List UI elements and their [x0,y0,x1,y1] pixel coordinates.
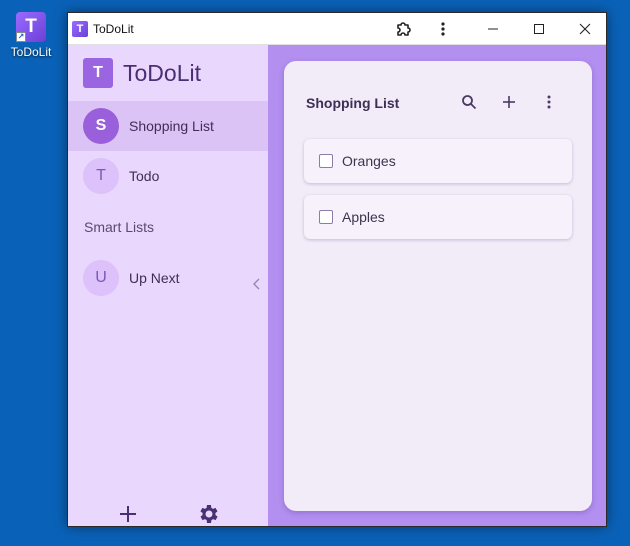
app-icon-letter: T [25,16,37,37]
sidebar-item-label: Todo [129,168,160,184]
list-card: Shopping List Oranges Apples [284,61,592,511]
chevron-left-icon[interactable] [252,277,262,291]
list-item[interactable]: Oranges [304,139,572,183]
list-item[interactable]: Apples [304,195,572,239]
item-label: Apples [342,209,385,225]
item-label: Oranges [342,153,396,169]
title-bar[interactable]: T ToDoLit [68,13,606,45]
list-avatar: S [83,108,119,144]
brand-logo-letter: T [93,64,103,81]
maximize-icon [534,24,544,34]
sidebar-item-up-next[interactable]: U Up Next [68,253,268,303]
sidebar-item-todo[interactable]: T Todo [68,151,268,201]
add-list-button[interactable] [116,502,140,526]
sidebar: T ToDoLit S Shopping List T Todo Smart L… [68,45,268,526]
item-checkbox[interactable] [319,154,333,168]
desktop-shortcut-todolit[interactable]: T ↗ ToDoLit [6,12,56,59]
close-icon [579,23,591,35]
add-item-button[interactable] [500,93,518,111]
close-button[interactable] [562,13,608,45]
brand-name: ToDoLit [123,59,201,86]
desktop-shortcut-label: ToDoLit [10,45,52,59]
list-header: Shopping List [284,61,592,121]
list-avatar: U [83,260,119,296]
app-window: T ToDoLit T ToDoLit S Shopping List T To… [67,12,607,527]
list-avatar: T [83,158,119,194]
gear-icon[interactable] [196,502,220,526]
item-checkbox[interactable] [319,210,333,224]
sidebar-item-label: Up Next [129,270,180,286]
minimize-icon [488,28,498,30]
minimize-button[interactable] [470,13,516,45]
extension-puzzle-icon[interactable] [394,19,414,39]
main-panel: Shopping List Oranges Apples [268,45,606,526]
window-app-icon-letter: T [76,22,84,35]
brand-header: T ToDoLit [68,45,268,101]
search-icon[interactable] [460,93,478,111]
more-vert-icon[interactable] [546,93,552,111]
todolit-app-icon: T ↗ [16,12,46,42]
sidebar-item-shopping-list[interactable]: S Shopping List [68,101,268,151]
maximize-button[interactable] [516,13,562,45]
smart-lists-heading: Smart Lists [84,219,155,235]
sidebar-item-label: Shopping List [129,118,214,134]
window-title: ToDoLit [93,21,134,36]
list-title: Shopping List [306,95,400,111]
window-app-icon: T [72,20,88,37]
brand-logo: T [83,58,113,88]
app-content: T ToDoLit S Shopping List T Todo Smart L… [68,45,606,526]
window-more-icon[interactable] [438,19,448,39]
shortcut-arrow-icon: ↗ [16,32,26,42]
todo-list: Oranges Apples [304,139,572,251]
